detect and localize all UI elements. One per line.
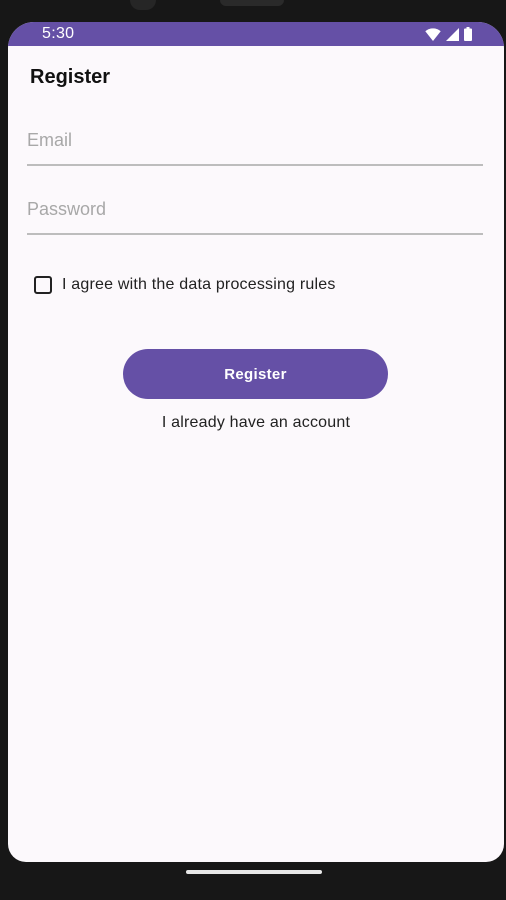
login-link[interactable]: I already have an account xyxy=(8,414,504,432)
status-icons xyxy=(425,27,472,41)
agree-checkbox[interactable] xyxy=(34,276,52,294)
status-bar: 5:30 xyxy=(8,22,504,46)
register-button[interactable]: Register xyxy=(123,349,388,399)
page-title: Register xyxy=(30,66,111,88)
wifi-icon xyxy=(425,27,441,41)
app-screen: 5:30 Register I agree with the data proc… xyxy=(8,22,504,862)
speaker-notch xyxy=(220,0,284,6)
status-time: 5:30 xyxy=(42,25,75,42)
home-indicator[interactable] xyxy=(186,870,322,874)
agree-checkbox-row[interactable]: I agree with the data processing rules xyxy=(34,276,336,294)
email-field[interactable] xyxy=(27,120,483,166)
battery-icon xyxy=(464,27,472,41)
password-field[interactable] xyxy=(27,189,483,235)
camera-cutout xyxy=(130,0,156,10)
agree-label: I agree with the data processing rules xyxy=(62,276,336,293)
device-frame: 5:30 Register I agree with the data proc… xyxy=(0,0,506,900)
cellular-signal-icon xyxy=(446,27,459,41)
